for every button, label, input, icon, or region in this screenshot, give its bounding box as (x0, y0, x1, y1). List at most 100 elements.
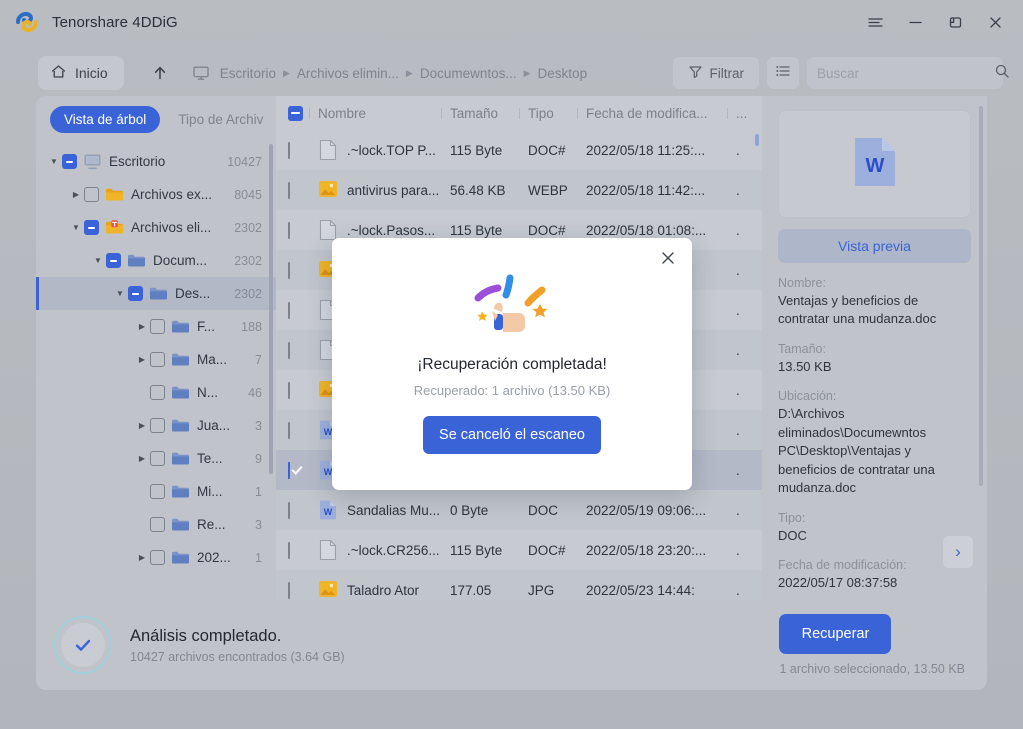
column-header-name[interactable]: Nombre (309, 106, 450, 121)
tree-item-4[interactable]: ▼ Des... 2302 (36, 277, 276, 310)
filter-button[interactable]: Filtrar (672, 57, 759, 89)
tree-checkbox[interactable] (150, 550, 165, 565)
tree-item-1[interactable]: ▶ Archivos ex... 8045 (36, 178, 276, 211)
tree-item-8[interactable]: ▶ Jua... 3 (36, 409, 276, 442)
row-checkbox[interactable] (288, 301, 318, 319)
select-all-checkbox[interactable] (288, 105, 318, 121)
row-date: 2022/05/18 11:25:... (586, 142, 706, 158)
close-icon[interactable] (977, 7, 1013, 37)
tree-checkbox[interactable] (84, 187, 99, 202)
row-checkbox[interactable] (288, 421, 318, 439)
dialog-close-icon[interactable] (654, 244, 682, 272)
tree-caret-icon[interactable]: ▶ (134, 421, 150, 430)
row-checkbox[interactable] (288, 381, 318, 399)
check-icon (61, 623, 105, 667)
tree-caret-icon[interactable]: ▶ (134, 355, 150, 364)
row-checkbox[interactable] (288, 261, 318, 279)
tree-checkbox[interactable] (128, 286, 143, 301)
navigate-up-button[interactable] (146, 59, 174, 87)
tree-item-3[interactable]: ▼ Docum... 2302 (36, 244, 276, 277)
table-row[interactable]: Taladro Ator 177.05 JPG 2022/05/23 14:44:. (276, 570, 762, 600)
tree-item-10[interactable]: Mi... 1 (36, 475, 276, 508)
preview-scrollbar[interactable] (979, 106, 983, 486)
sidebar-scrollbar[interactable] (269, 144, 273, 474)
maximize-icon[interactable] (937, 7, 973, 37)
search-box[interactable] (807, 57, 1009, 89)
row-checkbox[interactable] (288, 341, 318, 359)
tree-checkbox[interactable] (150, 451, 165, 466)
recover-button[interactable]: Recuperar (779, 614, 892, 654)
tree-caret-icon[interactable]: ▼ (46, 157, 62, 166)
tree-checkbox[interactable] (106, 253, 121, 268)
tree-item-6[interactable]: ▶ Ma... 7 (36, 343, 276, 376)
tree-item-2[interactable]: ▼ Archivos eli... 2302 (36, 211, 276, 244)
tree-checkbox[interactable] (150, 418, 165, 433)
tab-file-type[interactable]: Tipo de Archiv (164, 106, 277, 133)
row-extra: . (736, 502, 740, 518)
list-view-button[interactable] (767, 57, 799, 89)
breadcrumb-item-3[interactable]: Desktop (538, 66, 588, 81)
tree-item-label: Archivos eli... (131, 220, 212, 235)
column-header-date[interactable]: Fecha de modifica... (577, 106, 736, 121)
tree-checkbox[interactable] (150, 517, 165, 532)
file-list-header: Nombre Tamaño Tipo Fecha de modifica... … (276, 96, 762, 130)
search-input[interactable] (817, 65, 994, 81)
tab-tree-view[interactable]: Vista de árbol (50, 106, 161, 133)
tree-item-7[interactable]: N... 46 (36, 376, 276, 409)
tree-checkbox[interactable] (150, 385, 165, 400)
tree-caret-icon[interactable]: ▶ (134, 553, 150, 562)
menu-icon[interactable] (857, 7, 893, 37)
tree-caret-icon[interactable]: ▶ (134, 322, 150, 331)
next-file-button[interactable]: › (943, 536, 973, 568)
tree-caret-icon[interactable]: ▼ (90, 256, 106, 265)
tree-checkbox[interactable] (84, 220, 99, 235)
table-row[interactable]: .~lock.TOP P... 115 Byte DOC# 2022/05/18 11… (276, 130, 762, 170)
tree-caret-icon[interactable]: ▼ (68, 223, 84, 232)
preview-field-value: 2022/05/17 08:37:58 (778, 575, 898, 591)
breadcrumb-item-1[interactable]: Archivos elimin... (297, 66, 399, 81)
row-file-name: Sandalias Mu... (347, 502, 441, 518)
row-checkbox[interactable] (288, 581, 318, 599)
column-header-extra[interactable]: ... (727, 106, 762, 121)
row-size: 177.05 (450, 582, 492, 598)
tree-checkbox[interactable] (150, 319, 165, 334)
monitor-icon (192, 64, 210, 82)
dialog-action-button[interactable]: Se canceló el escaneo (423, 416, 601, 454)
row-checkbox[interactable] (288, 221, 318, 239)
tree-caret-icon[interactable]: ▶ (134, 454, 150, 463)
tree-item-0[interactable]: ▼ Escritorio 10427 (36, 145, 276, 178)
row-type: DOC# (528, 222, 566, 238)
table-row[interactable]: .~lock.CR256... 115 Byte DOC# 2022/05/18 23… (276, 530, 762, 570)
breadcrumb-item-0[interactable]: Escritorio (220, 66, 276, 81)
row-checkbox[interactable] (288, 541, 318, 559)
home-button[interactable]: Inicio (38, 56, 124, 90)
filter-icon (688, 64, 703, 82)
tree-item-11[interactable]: Re... 3 (36, 508, 276, 541)
svg-text:W: W (324, 507, 333, 517)
tree-checkbox[interactable] (150, 484, 165, 499)
row-checkbox[interactable] (288, 461, 318, 479)
tree-caret-icon[interactable]: ▼ (112, 289, 128, 298)
row-checkbox[interactable] (288, 181, 318, 199)
search-icon[interactable] (994, 63, 1010, 84)
tree-item-12[interactable]: ▶ 202... 1 (36, 541, 276, 574)
tree-checkbox[interactable] (62, 154, 77, 169)
row-checkbox[interactable] (288, 501, 318, 519)
row-extra: . (736, 542, 740, 558)
file-list-scrollbar[interactable] (755, 134, 759, 146)
preview-button[interactable]: Vista previa (778, 229, 971, 263)
minimize-icon[interactable] (897, 7, 933, 37)
row-size: 115 Byte (450, 222, 503, 238)
column-header-size[interactable]: Tamaño (441, 106, 528, 121)
row-checkbox[interactable] (288, 141, 318, 159)
breadcrumb-item-2[interactable]: Documewntos... (420, 66, 517, 81)
tree-item-9[interactable]: ▶ Te... 9 (36, 442, 276, 475)
file-generic-icon (318, 139, 338, 161)
tree-caret-icon[interactable]: ▶ (68, 190, 84, 199)
table-row[interactable]: antivirus para... 56.48 KB WEBP 2022/05/18 … (276, 170, 762, 210)
preview-field-key: Ubicación: (778, 389, 837, 404)
tree-item-count: 10427 (227, 154, 262, 169)
table-row[interactable]: W Sandalias Mu... 0 Byte DOC 2022/05/19 09:0… (276, 490, 762, 530)
tree-checkbox[interactable] (150, 352, 165, 367)
tree-item-5[interactable]: ▶ F... 188 (36, 310, 276, 343)
